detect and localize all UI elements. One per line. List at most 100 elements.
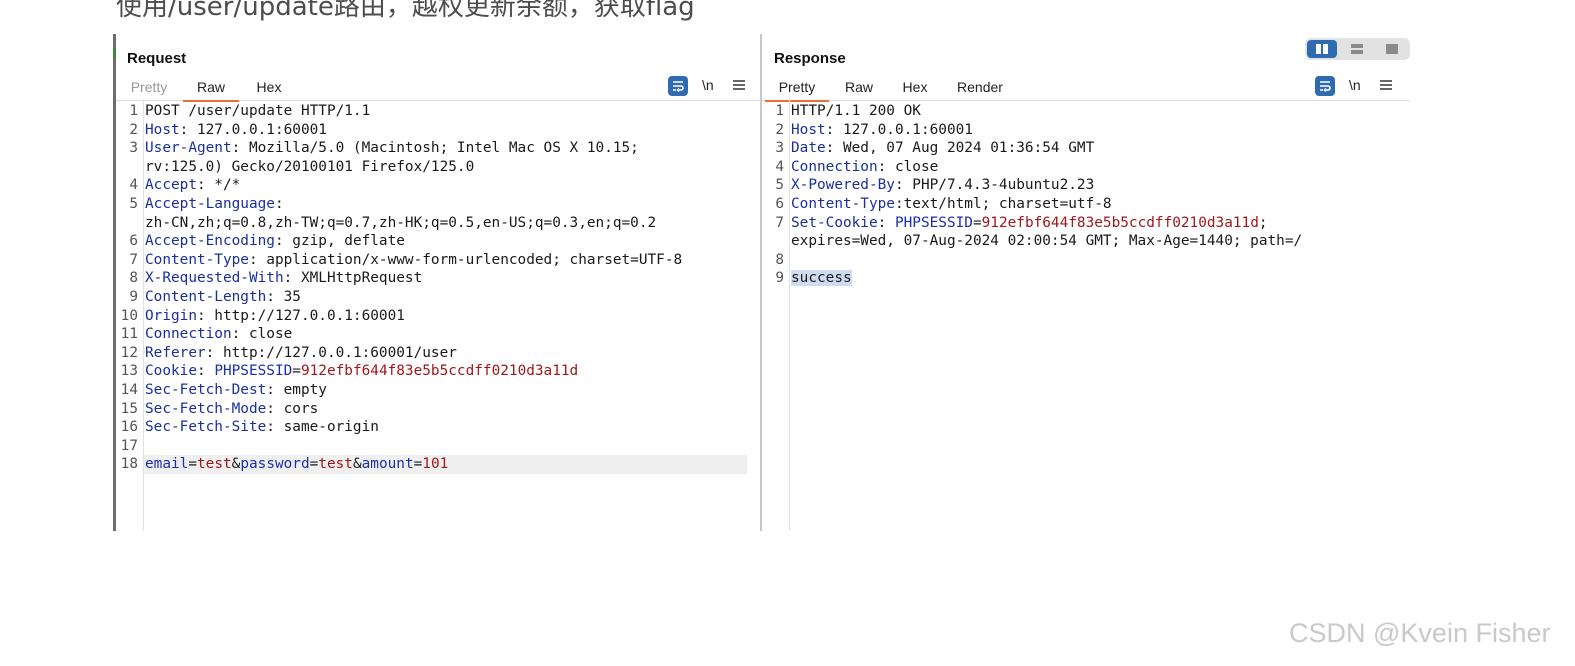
line-number: 18 <box>120 456 138 473</box>
hamburger-menu-icon <box>733 80 745 90</box>
code-token: : same-origin <box>266 419 379 436</box>
code-token: Sec-Fetch-Site <box>145 419 267 436</box>
request-tab-raw[interactable]: Raw <box>183 78 239 102</box>
line-text: Sec-Fetch-Mode: cors <box>145 400 318 419</box>
code-token: = <box>292 363 301 380</box>
line-number: 3 <box>129 140 138 157</box>
line-number: 7 <box>129 251 138 268</box>
code-token: : gzip, deflate <box>274 233 405 250</box>
word-wrap-icon <box>668 76 688 96</box>
code-token: 912efbf644f83e5b5ccdff0210d3a11d <box>300 363 579 380</box>
code-line: 4 Accept: */* <box>116 176 760 195</box>
code-token: email <box>145 456 189 473</box>
request-menu-button[interactable] <box>732 76 746 96</box>
line-text: Content-Length: 35 <box>145 288 301 307</box>
code-token: success <box>791 270 852 287</box>
response-tab-hex[interactable]: Hex <box>896 78 934 100</box>
line-number: 8 <box>129 270 138 287</box>
code-line: rv:125.0) Gecko/20100101 Firefox/125.0 <box>116 158 760 177</box>
request-tab-pretty[interactable]: Pretty <box>124 78 174 100</box>
code-token: : Wed, 07 Aug 2024 01:36:54 GMT <box>825 140 1095 157</box>
code-token: PHPSESSID <box>894 214 973 231</box>
code-token: Content-Type <box>145 251 249 268</box>
response-tab-render[interactable]: Render <box>952 78 1008 100</box>
code-token: X-Requested-With <box>145 270 284 287</box>
code-line: 2 Host: 127.0.0.1:60001 <box>116 121 760 140</box>
line-number: 17 <box>120 437 138 454</box>
code-line: 5 X-Powered-By: PHP/7.4.3-4ubuntu2.23 <box>762 176 1410 195</box>
code-token: : http://127.0.0.1:60001/user <box>205 344 457 361</box>
line-text: rv:125.0) Gecko/20100101 Firefox/125.0 <box>145 158 474 177</box>
code-token: :text/html; charset=utf-8 <box>894 195 1112 212</box>
code-line: expires=Wed, 07-Aug-2024 02:00:54 GMT; M… <box>762 232 1410 251</box>
line-number: 13 <box>120 363 138 380</box>
request-tab-hex[interactable]: Hex <box>250 78 288 100</box>
code-line: 16 Sec-Fetch-Site: same-origin <box>116 418 760 437</box>
code-token: ; <box>1258 214 1268 231</box>
code-line: 10 Origin: http://127.0.0.1:60001 <box>116 307 760 326</box>
code-token: test <box>197 456 232 473</box>
code-line: 15 Sec-Fetch-Mode: cors <box>116 400 760 419</box>
code-token: Accept <box>145 177 197 194</box>
line-text: Host: 127.0.0.1:60001 <box>145 121 327 140</box>
horizontal-view-button[interactable] <box>1342 40 1372 58</box>
split-view-icon <box>1316 44 1328 54</box>
line-text: success <box>791 269 852 288</box>
code-line: 13 Cookie: PHPSESSID=912efbf644f83e5b5ccd… <box>116 362 760 381</box>
code-token: Accept-Encoding <box>145 233 275 250</box>
line-text: Date: Wed, 07 Aug 2024 01:36:54 GMT <box>791 139 1094 158</box>
code-line: 9 success <box>762 269 1410 288</box>
code-line: 4 Connection: close <box>762 158 1410 177</box>
code-token: : 127.0.0.1:60001 <box>179 121 327 138</box>
single-view-button[interactable] <box>1377 40 1407 58</box>
code-token: : empty <box>266 381 327 398</box>
response-editor[interactable]: 1 HTTP/1.1 200 OK 2 Host: 127.0.0.1:60001 3 D… <box>762 102 1410 288</box>
line-number: 16 <box>120 419 138 436</box>
split-view-button[interactable] <box>1307 40 1337 58</box>
single-view-icon <box>1386 44 1398 54</box>
line-number: 1 <box>129 103 138 119</box>
line-text: HTTP/1.1 200 OK <box>791 102 921 121</box>
code-token: 101 <box>422 456 449 473</box>
code-token: test <box>318 456 353 473</box>
code-token: : <box>274 195 284 212</box>
response-wrap-button[interactable] <box>1315 76 1335 96</box>
line-text: User-Agent: Mozilla/5.0 (Macintosh; Inte… <box>145 139 639 158</box>
line-number: 14 <box>120 381 138 398</box>
code-token: PHPSESSID <box>214 363 293 380</box>
line-number: 10 <box>120 307 138 324</box>
code-line: 6 Content-Type:text/html; charset=utf-8 <box>762 195 1410 214</box>
request-newline-toggle[interactable]: \n <box>702 76 714 96</box>
code-line: 1 POST /user/update HTTP/1.1 <box>116 102 760 121</box>
response-newline-toggle[interactable]: \n <box>1349 76 1361 96</box>
code-token: : close <box>231 326 293 343</box>
code-token: = <box>413 456 423 473</box>
code-line: 18 email=test&password=test&amount=101 <box>116 455 760 474</box>
request-tabs: Pretty Raw Hex <box>116 76 760 102</box>
line-text: expires=Wed, 07-Aug-2024 02:00:54 GMT; M… <box>791 232 1302 251</box>
code-token: Content-Length <box>145 288 267 305</box>
code-token: Content-Type <box>791 195 895 212</box>
line-text: X-Powered-By: PHP/7.4.3-4ubuntu2.23 <box>791 176 1094 195</box>
code-token: = <box>972 214 982 231</box>
line-number: 5 <box>775 177 784 194</box>
response-tab-pretty[interactable]: Pretty <box>765 78 829 102</box>
request-editor[interactable]: 1 POST /user/update HTTP/1.1 2 Host: 127.0.… <box>116 102 760 474</box>
response-tab-raw[interactable]: Raw <box>840 78 878 100</box>
request-wrap-button[interactable] <box>668 76 688 96</box>
line-text: POST /user/update HTTP/1.1 <box>145 102 370 121</box>
code-token: X-Powered-By <box>791 177 895 194</box>
code-token: password <box>240 456 310 473</box>
code-token: : <box>877 214 895 231</box>
response-pane: Response Pretty Raw Hex Render \n 1 HTTP/… <box>762 34 1410 531</box>
line-number: 15 <box>120 400 138 417</box>
line-text: X-Requested-With: XMLHttpRequest <box>145 269 422 288</box>
code-token: Referer <box>145 344 206 361</box>
line-number: 12 <box>120 344 138 361</box>
code-token: Sec-Fetch-Dest <box>145 381 267 398</box>
response-menu-button[interactable] <box>1379 76 1393 96</box>
code-line: 7 Set-Cookie: PHPSESSID=912efbf644f83e5b5… <box>762 214 1410 233</box>
line-text: Accept-Language: <box>145 195 284 214</box>
horizontal-view-icon <box>1351 44 1363 54</box>
line-text: Content-Type: application/x-www-form-url… <box>145 251 682 270</box>
